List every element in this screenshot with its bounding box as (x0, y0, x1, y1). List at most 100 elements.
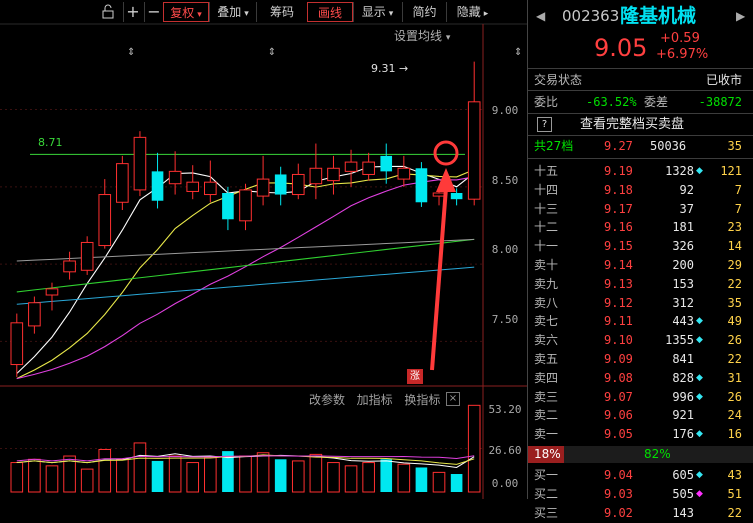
level-label: 卖四 (534, 370, 559, 385)
candle-body (256, 178, 270, 197)
total-levels-row: 共27档 9.27 50036 35 (534, 139, 742, 153)
switch-indicator-button[interactable]: 换指标 (404, 393, 440, 407)
level-label: 卖五 (534, 352, 559, 366)
candle-body (168, 170, 182, 185)
candle-body (80, 241, 94, 271)
toolbar-button-2[interactable]: 筹码 (256, 2, 307, 22)
level-price: 9.06 (604, 408, 633, 423)
full-book-link[interactable]: 查看完整档买卖盘 (580, 115, 684, 134)
level-label: 卖一 (534, 427, 559, 442)
bid-row: 买二 9.03 505 ◆ 51 (528, 485, 753, 504)
candle-body (45, 288, 59, 296)
volume-bar (10, 462, 24, 493)
vol-tick-mid: 26.60 (488, 444, 522, 457)
candle-body (63, 260, 76, 273)
lock-icon[interactable] (100, 4, 116, 20)
plus-icon[interactable]: + (123, 2, 142, 22)
last-price: 9.05 (594, 34, 648, 62)
ma-settings-label: 设置均线 (394, 29, 443, 43)
ask-row: 卖一 9.05 176 ◆ 16 (528, 425, 753, 444)
diamond-icon: ◆ (696, 429, 703, 440)
level-count: 26 (727, 333, 742, 348)
level-volume: 153 (672, 276, 694, 291)
ask-row: 卖六 9.10 1355 ◆ 26 (528, 331, 753, 350)
level-price: 9.09 (604, 352, 633, 366)
level-price: 9.13 (604, 276, 633, 291)
level-volume: 921 (672, 408, 694, 423)
volume-bar (380, 459, 393, 492)
toolbar-button-5[interactable]: 简约 (402, 2, 446, 22)
high-price-label: 9.31 → (371, 62, 409, 75)
candle-body (432, 192, 446, 197)
y-tick-850: 8.50 (491, 174, 519, 187)
price-change-pct: +6.97% (656, 47, 709, 62)
toolbar-button-1[interactable]: 叠加 ▾ (209, 2, 256, 22)
volume-bar (344, 465, 358, 493)
ma-settings-button[interactable]: 设置均线 ▾ (394, 27, 450, 44)
prev-stock-icon[interactable]: ◀ (536, 4, 545, 28)
candle-body (204, 181, 217, 196)
toolbar-button-0[interactable]: 复权 ▾ (163, 2, 209, 22)
price-change: +0.59 (660, 31, 700, 46)
volume-bar (151, 460, 164, 492)
level-count: 23 (727, 220, 742, 235)
candle-body (274, 174, 287, 195)
volume-bar (309, 453, 323, 493)
level-volume: 143 (672, 505, 694, 520)
toolbar-button-3[interactable]: 画线 (307, 2, 353, 22)
level-count: 7 (734, 201, 742, 216)
toolbar-button-4[interactable]: 显示 ▾ (353, 2, 401, 22)
level-count: 22 (727, 276, 742, 291)
kline-chart-area[interactable]: ⇕ ⇕ ⇕ + − 复权 ▾ 叠加 ▾ 筹码 画线 显示 ▾ 简约 隐藏 ▸ 设置均线 ▾ 9.31 →… (0, 0, 527, 499)
level-label: 十四 (534, 182, 559, 197)
toolbar-button-label: 画线 (317, 6, 342, 20)
quote-panel: ◀ 002363 隆基机械 ▶ 9.05 +0.59 +6.97% 交易状态 已… (527, 0, 753, 520)
level-label: 卖七 (534, 314, 559, 329)
volume-bar (274, 459, 287, 492)
quote-header: ◀ 002363 隆基机械 ▶ (528, 4, 753, 28)
toolbar-button-6[interactable]: 隐藏 ▸ (446, 2, 498, 22)
level-count: 31 (727, 370, 742, 385)
volume-bar (204, 457, 217, 493)
candle-body (344, 161, 358, 172)
ask-row: 十四 9.18 92 7 (528, 181, 753, 200)
highlight-circle (433, 140, 459, 166)
ask-row: 十五 9.19 1328 ◆ 121 (528, 162, 753, 181)
ask-row: 十三 9.17 37 7 (528, 200, 753, 219)
level-price: 9.14 (604, 258, 633, 272)
toolbar-button-label: 筹码 (269, 5, 294, 19)
candle-body (116, 163, 129, 203)
level-volume: 996 (672, 389, 694, 404)
chevron-down-icon: ▾ (244, 9, 249, 19)
volume-bar (450, 474, 463, 492)
level-price: 9.19 (604, 164, 633, 178)
close-icon[interactable]: × (446, 392, 460, 406)
y-tick-800: 8.00 (491, 243, 519, 256)
level-volume: 1355 (665, 333, 694, 348)
zhang-badge: 涨 (407, 369, 423, 384)
diamond-icon: ◆ (696, 335, 703, 346)
change-params-button[interactable]: 改参数 (309, 393, 345, 407)
full-book-row[interactable]: ? 查看完整档买卖盘 (528, 115, 753, 134)
volume-bar (291, 460, 305, 493)
candle-body (239, 189, 252, 222)
minus-icon[interactable]: − (144, 2, 163, 22)
level-volume: 92 (679, 182, 694, 197)
ratio-row: 委比 -63.52% 委差 -38872 (534, 95, 742, 109)
kline-svg[interactable]: ⇕ ⇕ ⇕ (0, 0, 527, 499)
help-icon[interactable]: ? (537, 117, 552, 132)
level-price: 9.10 (604, 333, 633, 348)
candle-body (10, 322, 24, 366)
level-count: 14 (727, 239, 742, 254)
candle-body (380, 155, 393, 172)
level-count: 49 (727, 314, 742, 329)
toolbar-button-label: 复权 (170, 6, 195, 20)
level-volume: 312 (672, 295, 694, 310)
candle-body (397, 167, 411, 180)
level-price: 9.05 (604, 427, 633, 442)
volume-bar (239, 455, 252, 493)
level-count: 24 (727, 408, 742, 423)
toolbar-button-label: 隐藏 (456, 5, 481, 19)
add-indicator-button[interactable]: 加指标 (357, 393, 393, 407)
next-stock-icon[interactable]: ▶ (736, 4, 745, 28)
